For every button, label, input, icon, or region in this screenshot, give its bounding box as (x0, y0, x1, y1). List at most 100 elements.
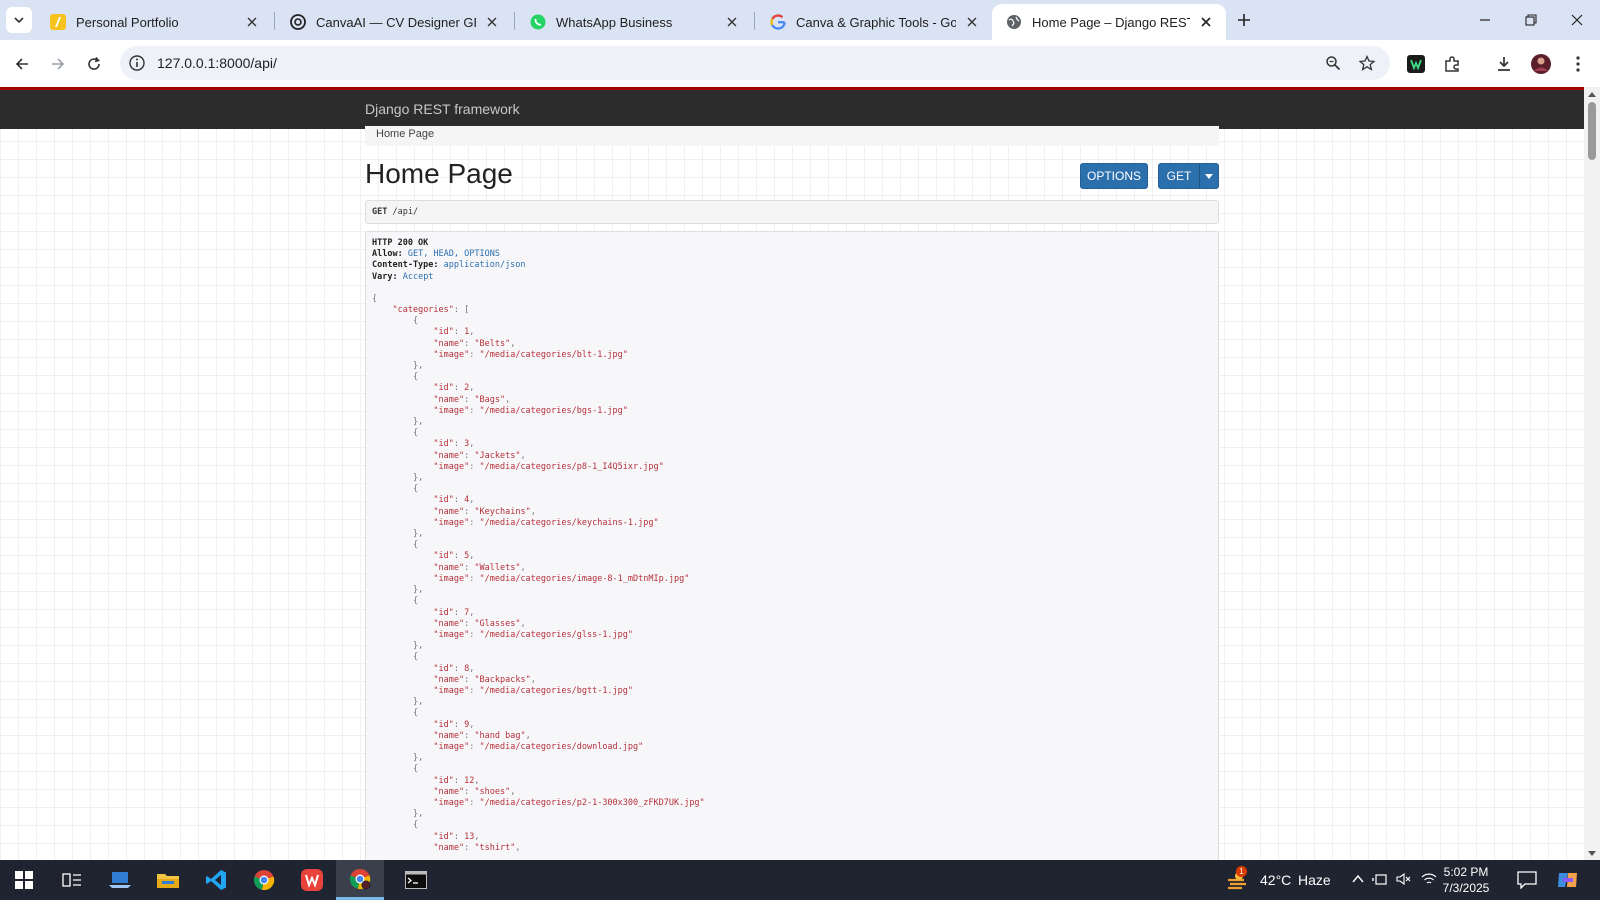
back-button[interactable] (8, 50, 36, 78)
get-format-dropdown[interactable] (1199, 163, 1219, 189)
json-field-id: "id": 13, (433, 831, 480, 842)
tab-personal-portfolio[interactable]: Personal Portfolio (36, 4, 272, 40)
tab-canvaai[interactable]: CanvaAI — CV Designer GPT - C (276, 4, 512, 40)
json-field-name: "name": "Bags", (433, 394, 511, 405)
json-field-id: "id": 1, (433, 327, 475, 338)
close-tab-icon[interactable] (724, 14, 740, 30)
arrow-right-icon (52, 58, 65, 70)
extension-wappalyzer-icon[interactable] (1402, 50, 1430, 78)
breadcrumb: Home Page (365, 126, 1219, 146)
scrollbar-thumb[interactable] (1588, 102, 1596, 160)
profile-avatar[interactable] (1527, 50, 1555, 78)
tab-whatsapp-business[interactable]: WhatsApp Business (516, 4, 752, 40)
clock-date: 7/3/2025 (1442, 881, 1490, 895)
tab-title: Home Page – Django REST fram (1032, 14, 1190, 30)
json-object-open: { (412, 652, 419, 663)
taskbar-file-explorer[interactable] (144, 860, 192, 900)
json-field-image: "image": "/media/categories/download.jpg… (433, 741, 644, 752)
url-text: 127.0.0.1:8000/api/ (157, 55, 277, 71)
json-field-name: "name": "tshirt", (433, 842, 521, 853)
json-object-close: }, (412, 753, 424, 764)
json-object-open: { (412, 764, 419, 775)
request-method: GET (372, 207, 388, 217)
request-path: /api/ (392, 207, 419, 217)
reload-button[interactable] (80, 50, 108, 78)
response-content: HTTP 200 OK Allow: GET, HEAD, OPTIONS Co… (365, 231, 1219, 860)
json-object-close: }, (412, 473, 424, 484)
bookmark-star-icon[interactable] (1358, 54, 1376, 72)
response-status: HTTP 200 OK (372, 238, 429, 248)
whatsapp-favicon-icon (530, 14, 546, 30)
weather-icon[interactable]: 1 (1226, 866, 1248, 890)
page-scrollbar[interactable] (1584, 87, 1600, 860)
start-button[interactable] (0, 860, 48, 900)
volume-muted-icon[interactable] (1396, 872, 1412, 891)
tab-title: CanvaAI — CV Designer GPT - C (316, 14, 476, 30)
tab-separator (754, 12, 755, 30)
taskbar-terminal[interactable] (392, 860, 440, 900)
json-object-open: { (412, 372, 419, 383)
weather-description[interactable]: Haze (1298, 872, 1331, 888)
taskbar-chrome-profile[interactable] (336, 860, 384, 900)
close-tab-icon[interactable] (964, 14, 980, 30)
json-object-open: { (412, 540, 419, 551)
notifications-icon[interactable] (1517, 871, 1537, 894)
drf-navbar: Django REST framework (0, 87, 1584, 129)
site-info-icon[interactable] (128, 54, 146, 72)
minimize-button[interactable] (1462, 0, 1508, 40)
tab-separator (274, 12, 275, 30)
json-field-name: "name": "hand bag", (433, 730, 531, 741)
close-icon (1571, 14, 1583, 26)
json-key-categories: "categories": [ (392, 305, 470, 316)
json-field-image: "image": "/media/categories/bgs-1.jpg" (433, 405, 628, 416)
system-clock[interactable]: 5:02 PM 7/3/2025 (1426, 864, 1506, 896)
breadcrumb-home[interactable]: Home Page (376, 128, 434, 140)
weather-temperature[interactable]: 42°C (1260, 872, 1291, 888)
json-object-open: { (412, 596, 419, 607)
json-object-close: }, (412, 585, 424, 596)
drf-brand-link[interactable]: Django REST framework (365, 101, 520, 117)
tab-strip: Personal Portfolio CanvaAI — CV Designer… (0, 0, 1600, 40)
close-tab-icon[interactable] (244, 14, 260, 30)
scroll-down-icon[interactable] (1584, 846, 1600, 860)
json-field-image: "image": "/media/categories/p8-1_I4Q5ixr… (433, 461, 664, 472)
json-field-image: "image": "/media/categories/p2-1-300x300… (433, 797, 705, 808)
copilot-icon[interactable] (1556, 870, 1580, 895)
terminal-icon (405, 871, 427, 889)
json-field-name: "name": "shoes", (433, 786, 516, 797)
close-tab-icon[interactable] (484, 14, 500, 30)
close-window-button[interactable] (1554, 0, 1600, 40)
browser-menu-icon[interactable] (1564, 50, 1592, 78)
address-bar[interactable]: 127.0.0.1:8000/api/ (120, 46, 1390, 80)
taskbar-vscode[interactable] (192, 860, 240, 900)
tab-search-button[interactable] (6, 7, 32, 33)
taskbar-chrome[interactable] (240, 860, 288, 900)
json-brace: { (372, 293, 378, 304)
taskbar-app-laptop[interactable] (96, 860, 144, 900)
battery-icon[interactable] (1372, 872, 1388, 891)
json-field-image: "image": "/media/categories/blt-1.jpg" (433, 349, 628, 360)
caret-down-icon (1205, 173, 1213, 179)
extensions-puzzle-icon[interactable] (1438, 50, 1466, 78)
get-button[interactable]: GET (1158, 163, 1200, 189)
restore-button[interactable] (1508, 0, 1554, 40)
forward-button[interactable] (44, 50, 72, 78)
json-field-id: "id": 3, (433, 439, 475, 450)
json-object-close: }, (412, 529, 424, 540)
json-object-open: { (412, 484, 419, 495)
restore-icon (1525, 14, 1537, 26)
task-view-button[interactable] (48, 860, 96, 900)
new-tab-button[interactable] (1232, 8, 1256, 32)
json-field-image: "image": "/media/categories/image-8-1_mD… (433, 573, 690, 584)
options-button[interactable]: OPTIONS (1080, 163, 1148, 189)
zoom-icon[interactable] (1324, 54, 1342, 72)
show-hidden-icons-icon[interactable] (1351, 872, 1365, 891)
download-icon[interactable] (1490, 50, 1518, 78)
close-tab-icon[interactable] (1198, 14, 1214, 30)
taskbar-wps-office[interactable] (288, 860, 336, 900)
scroll-up-icon[interactable] (1584, 87, 1600, 101)
response-header: Allow: GET, HEAD, OPTIONS (372, 249, 500, 260)
tab-canva-google[interactable]: Canva & Graphic Tools - Google (756, 4, 992, 40)
tab-django-home[interactable]: Home Page – Django REST fram (992, 4, 1226, 40)
page-title: Home Page (365, 158, 513, 189)
